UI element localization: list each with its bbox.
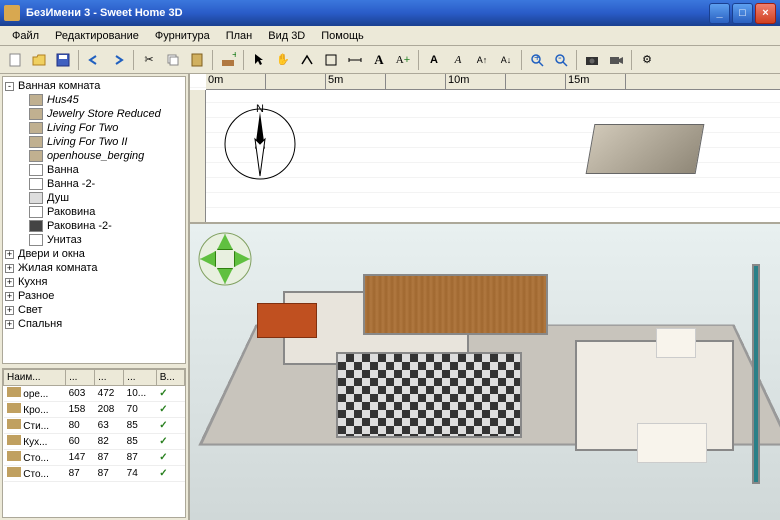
undo-button[interactable]	[83, 49, 105, 71]
tree-category[interactable]: +Двери и окна	[5, 247, 183, 261]
tree-item[interactable]: Hus45	[5, 93, 183, 107]
maximize-button[interactable]: □	[732, 3, 753, 24]
text-tool[interactable]: A	[368, 49, 390, 71]
bold-button[interactable]: A	[423, 49, 445, 71]
room-tool[interactable]	[320, 49, 342, 71]
left-panel: -Ванная комната Hus45 Jewelry Store Redu…	[0, 74, 190, 520]
compass-icon[interactable]: N	[220, 104, 300, 184]
table-row[interactable]: Сти...806385✓	[4, 418, 185, 434]
paste-button[interactable]	[186, 49, 208, 71]
tree-category[interactable]: +Спальня	[5, 317, 183, 331]
preferences-button[interactable]: ⚙	[636, 49, 658, 71]
menu-edit[interactable]: Редактирование	[47, 28, 147, 44]
tree-item[interactable]: Душ	[5, 191, 183, 205]
furniture-bed	[257, 303, 317, 338]
3d-scene	[230, 254, 760, 500]
toolbar: ✂ + ✋ A A+ A A A↑ A↓ + - ⚙	[0, 46, 780, 74]
table-row[interactable]: Кух...608285✓	[4, 434, 185, 450]
furniture-tree[interactable]: -Ванная комната Hus45 Jewelry Store Redu…	[2, 76, 186, 364]
furniture-chair	[656, 328, 696, 358]
video-button[interactable]	[605, 49, 627, 71]
copy-button[interactable]	[162, 49, 184, 71]
svg-text:N: N	[256, 104, 264, 115]
tree-label: Ванная комната	[18, 80, 100, 92]
tree-item[interactable]: Living For Two	[5, 121, 183, 135]
furniture-sofa	[637, 423, 707, 463]
plan-model-preview[interactable]	[586, 124, 705, 174]
italic-button[interactable]: A	[447, 49, 469, 71]
content-area: -Ванная комната Hus45 Jewelry Store Redu…	[0, 74, 780, 520]
right-panel: 0m5m10m15m N	[190, 74, 780, 520]
new-button[interactable]	[4, 49, 26, 71]
col-vis[interactable]: В...	[156, 370, 184, 386]
tree-item[interactable]: Ванна -2-	[5, 177, 183, 191]
cut-button[interactable]: ✂	[138, 49, 160, 71]
plan-view[interactable]: 0m5m10m15m N	[190, 74, 780, 224]
tree-item[interactable]: Living For Two II	[5, 135, 183, 149]
tree-item[interactable]: Ванна	[5, 163, 183, 177]
tree-category[interactable]: +Жилая комната	[5, 261, 183, 275]
table-row[interactable]: Кро...15820870✓	[4, 402, 185, 418]
decrease-font-button[interactable]: A↓	[495, 49, 517, 71]
tree-item[interactable]: Унитаз	[5, 233, 183, 247]
menu-file[interactable]: Файл	[4, 28, 47, 44]
table-row[interactable]: Сто...878774✓	[4, 466, 185, 482]
camera-button[interactable]	[581, 49, 603, 71]
table-row[interactable]: Сто...1478787✓	[4, 450, 185, 466]
wall-tool[interactable]	[296, 49, 318, 71]
add-furniture-button[interactable]: +	[217, 49, 239, 71]
app-icon	[4, 5, 20, 21]
minimize-button[interactable]: _	[709, 3, 730, 24]
menu-plan[interactable]: План	[218, 28, 261, 44]
svg-text:+: +	[232, 52, 236, 61]
col-name[interactable]: Наим...	[4, 370, 66, 386]
pan-tool[interactable]: ✋	[272, 49, 294, 71]
tree-item[interactable]: Раковина	[5, 205, 183, 219]
tree-item[interactable]: Раковина -2-	[5, 219, 183, 233]
menu-help[interactable]: Помощь	[313, 28, 372, 44]
3d-view[interactable]	[190, 224, 780, 520]
window-title: БезИмени 3 - Sweet Home 3D	[26, 7, 709, 19]
svg-text:-: -	[558, 52, 562, 64]
text-plus-tool[interactable]: A+	[392, 49, 414, 71]
tree-category[interactable]: +Разное	[5, 289, 183, 303]
increase-font-button[interactable]: A↑	[471, 49, 493, 71]
tree-category[interactable]: +Свет	[5, 303, 183, 317]
tree-category-bathroom[interactable]: -Ванная комната	[5, 79, 183, 93]
menu-view3d[interactable]: Вид 3D	[260, 28, 313, 44]
zoom-out-button[interactable]: -	[550, 49, 572, 71]
svg-text:+: +	[534, 52, 540, 64]
table-row[interactable]: opе...60347210...✓	[4, 386, 185, 402]
redo-button[interactable]	[107, 49, 129, 71]
dimension-tool[interactable]	[344, 49, 366, 71]
col-4[interactable]: ...	[124, 370, 157, 386]
zoom-in-button[interactable]: +	[526, 49, 548, 71]
horizontal-ruler: 0m5m10m15m	[206, 74, 780, 90]
furniture-table[interactable]: Наим... ... ... ... В... opе...60347210.…	[2, 368, 186, 518]
tree-item[interactable]: Jewelry Store Reduced	[5, 107, 183, 121]
menu-furniture[interactable]: Фурнитура	[147, 28, 218, 44]
menu-bar: Файл Редактирование Фурнитура План Вид 3…	[0, 26, 780, 46]
select-tool[interactable]	[248, 49, 270, 71]
col-2[interactable]: ...	[66, 370, 95, 386]
window-controls: _ □ ×	[709, 3, 776, 24]
title-bar: БезИмени 3 - Sweet Home 3D _ □ ×	[0, 0, 780, 26]
tree-item[interactable]: openhouse_berging	[5, 149, 183, 163]
col-3[interactable]: ...	[95, 370, 124, 386]
close-button[interactable]: ×	[755, 3, 776, 24]
tree-category[interactable]: +Кухня	[5, 275, 183, 289]
save-button[interactable]	[52, 49, 74, 71]
vertical-ruler	[190, 90, 206, 222]
open-button[interactable]	[28, 49, 50, 71]
